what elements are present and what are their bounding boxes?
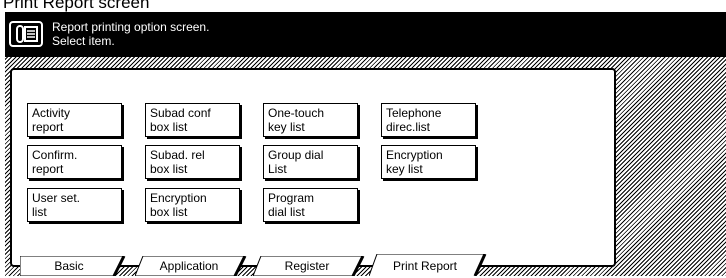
button-label-line2: box list — [150, 162, 188, 176]
fax-machine-icon — [9, 21, 43, 47]
button-label-line1: Activity — [32, 106, 71, 120]
confirm-report-button[interactable]: Confirm. report — [27, 145, 122, 179]
subad-rel-box-list-button[interactable]: Subad. rel box list — [145, 145, 240, 179]
report-options-panel: Activity report Subad conf box list One-… — [10, 68, 616, 267]
button-label-line2: direc.list — [386, 120, 431, 134]
subad-conf-box-list-button[interactable]: Subad conf box list — [145, 103, 240, 137]
encryption-box-list-button[interactable]: Encryption box list — [145, 188, 240, 222]
button-label-line1: Telephone — [386, 106, 442, 120]
button-label-line1: User set. — [32, 191, 81, 205]
one-touch-key-list-button[interactable]: One-touch key list — [263, 103, 358, 137]
button-label-line1: Subad conf — [150, 106, 211, 120]
tab-print-report[interactable]: Print Report — [369, 254, 487, 276]
tab-basic[interactable]: Basic — [20, 256, 130, 276]
activity-report-button[interactable]: Activity report — [27, 103, 122, 137]
button-label-line1: Subad. rel — [150, 148, 205, 162]
button-label-line2: box list — [150, 205, 188, 219]
tab-application-label: Application — [159, 259, 219, 273]
button-label-line1: Encryption — [386, 148, 443, 162]
button-label-line1: Group dial — [268, 148, 324, 162]
button-label-line2: key list — [386, 162, 423, 176]
tab-basic-label: Basic — [54, 259, 84, 273]
button-label-line2: report — [32, 120, 64, 134]
encryption-key-list-button[interactable]: Encryption key list — [381, 145, 476, 179]
header-message-line2: Select item. — [52, 34, 115, 48]
tab-print-report-label: Print Report — [392, 259, 458, 273]
touch-screen-panel: Report printing option screen. Select it… — [5, 12, 726, 276]
button-label-line1: Program — [268, 191, 315, 205]
group-dial-list-button[interactable]: Group dial List — [263, 145, 358, 179]
tab-register-label: Register — [284, 259, 330, 273]
button-label-line2: report — [32, 162, 64, 176]
header-message-line1: Report printing option screen. — [52, 20, 210, 34]
telephone-direc-list-button[interactable]: Telephone direc.list — [381, 103, 476, 137]
button-label-line2: List — [268, 162, 287, 176]
header-bar: Report printing option screen. Select it… — [5, 12, 726, 57]
button-label-line2: list — [32, 205, 47, 219]
button-label-line1: Confirm. — [32, 148, 78, 162]
tab-application[interactable]: Application — [135, 256, 247, 276]
button-label-line2: dial list — [268, 205, 305, 219]
program-dial-list-button[interactable]: Program dial list — [263, 188, 358, 222]
button-label-line1: Encryption — [150, 191, 207, 205]
user-set-list-button[interactable]: User set. list — [27, 188, 122, 222]
button-label-line2: key list — [268, 120, 305, 134]
tab-bar: Basic Application Register Print Report — [5, 254, 726, 276]
header-message: Report printing option screen. Select it… — [52, 20, 209, 48]
button-label-line1: One-touch — [268, 106, 325, 120]
button-label-line2: box list — [150, 120, 188, 134]
tab-register[interactable]: Register — [253, 256, 365, 276]
